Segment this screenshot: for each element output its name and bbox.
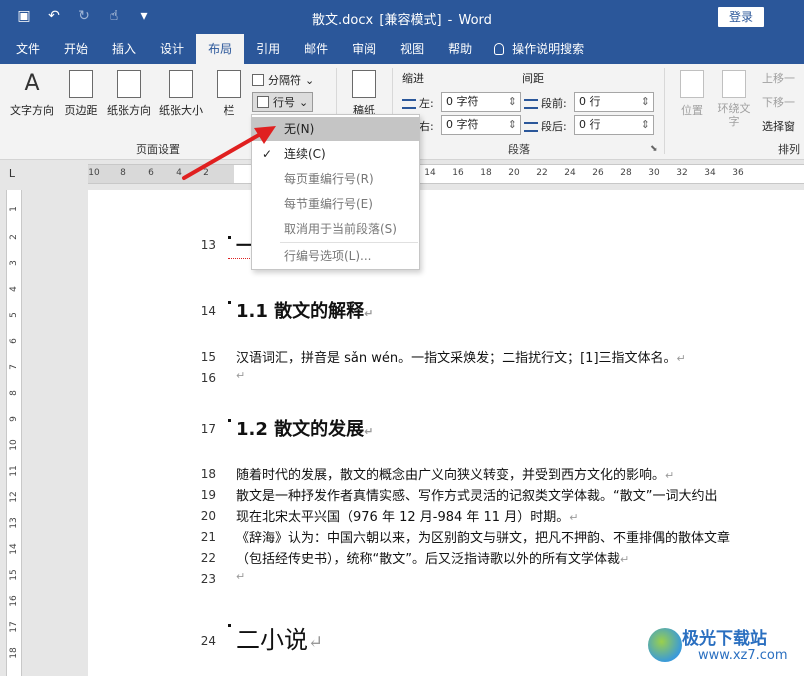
indent-left-icon bbox=[402, 99, 416, 109]
selection-pane-button[interactable]: 选择窗 bbox=[762, 118, 795, 134]
line-number: 16 bbox=[200, 371, 216, 385]
indent-right-field[interactable]: 0 字符 bbox=[441, 115, 521, 135]
line-number: 13 bbox=[200, 238, 216, 252]
tab-help[interactable]: 帮助 bbox=[436, 34, 484, 64]
tab-home[interactable]: 开始 bbox=[52, 34, 100, 64]
arrange-group-label: 排列 bbox=[778, 143, 800, 156]
empty-paragraph[interactable]: ↵ bbox=[236, 368, 245, 383]
tab-view[interactable]: 视图 bbox=[388, 34, 436, 64]
tab-design[interactable]: 设计 bbox=[148, 34, 196, 64]
annotation-arrow-icon bbox=[182, 126, 276, 180]
menu-item-line-numbering-options[interactable]: 行编号选项(L)... bbox=[252, 244, 419, 268]
send-backward-button[interactable]: 下移一 bbox=[762, 94, 795, 110]
line-number: 24 bbox=[200, 634, 216, 648]
tab-references[interactable]: 引用 bbox=[244, 34, 292, 64]
paragraph-dialog-launcher[interactable]: ⬊ bbox=[650, 144, 658, 154]
spacing-after-field[interactable]: 0 行 bbox=[574, 115, 654, 135]
tab-mailings[interactable]: 邮件 bbox=[292, 34, 340, 64]
title-bar: ▣ ↶ ↻ ☝ ▾ 散文.docx [兼容模式] - Word 登录 bbox=[0, 0, 804, 34]
breaks-icon bbox=[252, 74, 264, 86]
empty-paragraph[interactable]: ↵ bbox=[236, 569, 245, 584]
tab-file[interactable]: 文件 bbox=[4, 34, 52, 64]
indent-left-field[interactable]: 0 字符 bbox=[441, 92, 521, 112]
menu-item-restart-each-section[interactable]: 每节重编行号(E) bbox=[252, 192, 419, 216]
paragraph-line[interactable]: 散文是一种抒发作者真情实感、写作方式灵活的记叙类文学体裁。“散文”一词大约出 bbox=[236, 485, 717, 504]
line-number: 18 bbox=[200, 467, 216, 481]
group-separator bbox=[664, 68, 665, 154]
text-direction-icon: A bbox=[24, 71, 40, 96]
window-title: 散文.docx [兼容模式] - Word bbox=[312, 13, 492, 28]
tab-layout[interactable]: 布局 bbox=[196, 34, 245, 64]
page-setup-group-label: 页面设置 bbox=[136, 143, 180, 156]
paper-size-button[interactable]: 纸张大小 bbox=[156, 70, 206, 118]
line-number: 20 bbox=[200, 509, 216, 523]
menu-item-suppress-current-paragraph[interactable]: 取消用于当前段落(S) bbox=[252, 217, 419, 241]
menu-separator bbox=[280, 242, 418, 243]
heading-1-2[interactable]: 1.2 散文的发展↵ bbox=[228, 415, 373, 441]
paragraph-line[interactable]: 《辞海》认为：中国六朝以来，为区别韵文与骈文，把凡不押韵、不重排偶的散体文章 bbox=[236, 527, 730, 546]
line-numbers-button[interactable]: 行号 ⌄ bbox=[252, 92, 314, 112]
document-page[interactable]: 13 一 14 1.1 散文的解释↵ 15 汉语词汇，拼音是 sǎn wén。一… bbox=[88, 190, 804, 676]
line-number: 22 bbox=[200, 551, 216, 565]
line-number: 14 bbox=[200, 304, 216, 318]
spacing-before-field[interactable]: 0 行 bbox=[574, 92, 654, 112]
spacing-label: 间距 bbox=[522, 72, 544, 85]
draft-paper-button[interactable]: 稿纸 bbox=[346, 70, 382, 118]
paragraph-line[interactable]: 汉语词汇，拼音是 sǎn wén。一指文采焕发；二指扰行文；[1]三指文体名。↵ bbox=[236, 347, 686, 366]
tab-review[interactable]: 审阅 bbox=[340, 34, 388, 64]
tab-selector[interactable]: L bbox=[0, 160, 24, 188]
line-number: 19 bbox=[200, 488, 216, 502]
spacing-after-icon bbox=[524, 122, 538, 132]
line-number: 15 bbox=[200, 350, 216, 364]
watermark: 极光下载站 www.xz7.com bbox=[648, 622, 800, 672]
wrap-text-button[interactable]: 环绕文字 bbox=[714, 70, 754, 128]
bring-forward-button[interactable]: 上移一 bbox=[762, 70, 795, 86]
margins-icon bbox=[69, 70, 93, 98]
lightbulb-icon bbox=[494, 43, 505, 55]
breaks-button[interactable]: 分隔符 ⌄ bbox=[252, 70, 314, 90]
login-button[interactable]: 登录 bbox=[718, 7, 764, 27]
heading-2[interactable]: 二小说↵ bbox=[228, 620, 323, 655]
wrap-text-icon bbox=[722, 70, 746, 98]
margins-button[interactable]: 页边距 bbox=[60, 70, 102, 118]
heading-1-1[interactable]: 1.1 散文的解释↵ bbox=[228, 297, 373, 323]
paragraph-line[interactable]: 随着时代的发展，散文的概念由广义向狭义转变，并受到西方文化的影响。↵ bbox=[236, 464, 674, 483]
paragraph-line[interactable]: （包括经传史书），统称“散文”。后又泛指诗歌以外的所有文学体裁↵ bbox=[236, 548, 629, 567]
ribbon-tabs: 文件 开始 插入 设计 布局 引用 邮件 审阅 视图 帮助 操作说明搜索 bbox=[0, 34, 804, 64]
text-direction-button[interactable]: A 文字方向 bbox=[6, 70, 58, 118]
paragraph-group-label: 段落 bbox=[508, 143, 530, 156]
position-icon bbox=[680, 70, 704, 98]
paper-size-icon bbox=[169, 70, 193, 98]
line-numbers-icon bbox=[257, 96, 269, 108]
tab-insert[interactable]: 插入 bbox=[100, 34, 148, 64]
watermark-logo-icon bbox=[648, 628, 682, 662]
draft-paper-icon bbox=[352, 70, 376, 98]
indent-left-label: 左: bbox=[402, 95, 434, 111]
position-button[interactable]: 位置 bbox=[672, 70, 712, 118]
spacing-before-icon bbox=[524, 99, 538, 109]
columns-button[interactable]: 栏 bbox=[214, 70, 244, 118]
spacing-after-label: 段后: bbox=[524, 118, 567, 134]
line-number: 21 bbox=[200, 530, 216, 544]
tell-me-search[interactable]: 操作说明搜索 bbox=[484, 34, 596, 64]
indent-label: 缩进 bbox=[402, 72, 424, 85]
line-number: 17 bbox=[200, 422, 216, 436]
line-number: 23 bbox=[200, 572, 216, 586]
spacing-before-label: 段前: bbox=[524, 95, 567, 111]
orientation-icon bbox=[117, 70, 141, 98]
vertical-ruler[interactable]: 1 2 3 4 5 6 7 8 9 10 11 12 13 14 15 16 1… bbox=[6, 190, 22, 676]
orientation-button[interactable]: 纸张方向 bbox=[104, 70, 154, 118]
paragraph-line[interactable]: 现在北宋太平兴国（976 年 12 月-984 年 11 月）时期。↵ bbox=[236, 506, 578, 525]
columns-icon bbox=[217, 70, 241, 98]
